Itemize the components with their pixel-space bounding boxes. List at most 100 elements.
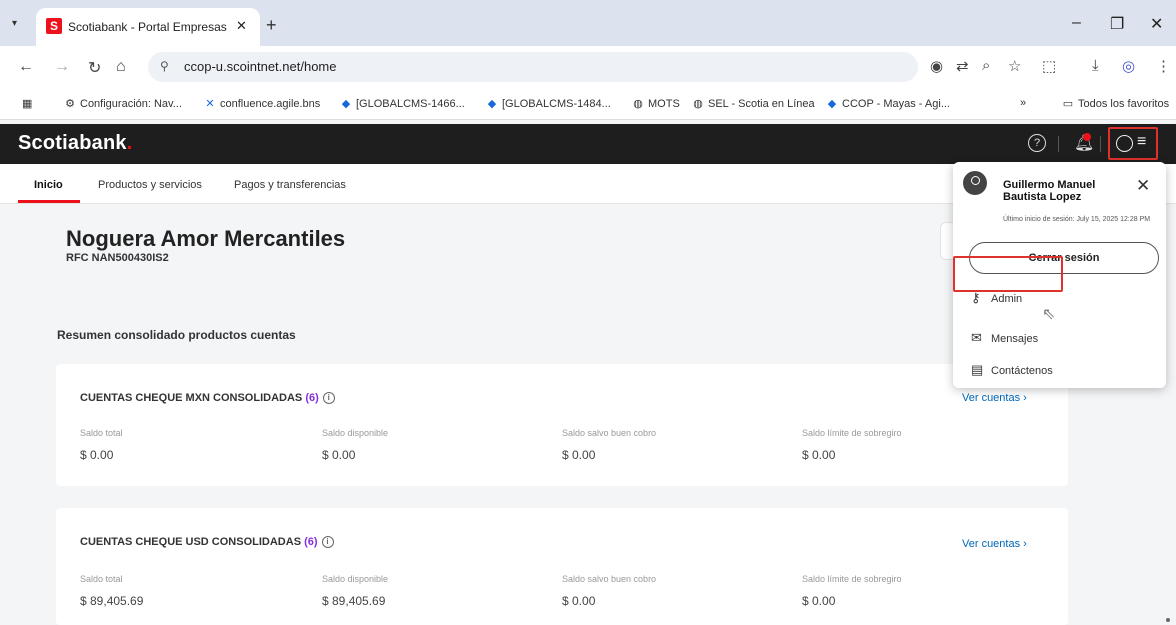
back-icon[interactable]: ←	[18, 58, 34, 76]
help-icon[interactable]: ?	[1028, 134, 1046, 152]
nav-tab-inicio[interactable]: Inicio	[34, 179, 63, 191]
bookmark-star-icon[interactable]: ☆	[1008, 57, 1021, 75]
new-tab-button[interactable]: +	[266, 15, 277, 36]
bookmark-label: [GLOBALCMS-1484...	[502, 98, 611, 110]
field-value: $ 89,405.69	[80, 594, 144, 608]
field-label: Saldo salvo buen cobro	[562, 428, 657, 438]
bookmarks-overflow-button[interactable]: »	[1020, 97, 1026, 109]
extensions-icon[interactable]: ⬚	[1042, 57, 1056, 75]
all-bookmarks-label: Todos los favoritos	[1078, 98, 1170, 110]
home-icon[interactable]: ⌂	[116, 58, 126, 76]
minimize-icon[interactable]: –	[1072, 14, 1081, 32]
company-name: Noguera Amor Mercantiles	[66, 226, 346, 251]
reload-icon[interactable]: ↻	[88, 58, 101, 78]
browser-tab-strip: ▾ S Scotiabank - Portal Empresas ✕ + – ❐…	[0, 0, 1176, 46]
menu-item-mensajes[interactable]: ✉ Mensajes	[971, 330, 1038, 346]
field-label: Saldo límite de sobregiro	[802, 574, 902, 584]
account-summary-card-usd: CUENTAS CHEQUE USD CONSOLIDADAS (6) i Ver…	[56, 508, 1068, 625]
browser-toolbar: ← → ↻ ⌂ ⚲ ccop-u.scointnet.net/home ◉ ⇄ …	[0, 46, 1176, 88]
address-bar[interactable]: ⚲ ccop-u.scointnet.net/home	[148, 52, 918, 82]
bookmarks-bar: ▦ ⚙ Configuración: Nav... ✕ confluence.agi…	[0, 88, 1176, 120]
zoom-icon[interactable]: ⌕	[982, 57, 990, 74]
field-label: Saldo total	[80, 574, 123, 584]
logo-dot: .	[126, 132, 133, 154]
window-close-icon[interactable]: ✕	[1150, 14, 1163, 34]
field-value: $ 0.00	[562, 448, 596, 462]
menu-item-contactenos[interactable]: ▤ Contáctenos	[971, 362, 1053, 378]
company-rfc: RFC NAN500430IS2	[66, 252, 169, 264]
globe-icon: ◍	[633, 98, 643, 110]
tab-close-icon[interactable]: ✕	[236, 18, 247, 34]
field-value: $ 0.00	[322, 448, 356, 462]
profile-menu-button[interactable]: ≡	[1108, 127, 1158, 160]
globe-icon: ◍	[693, 98, 703, 110]
bookmark-item[interactable]: ◆ [GLOBALCMS-1466...	[340, 97, 465, 110]
close-icon[interactable]: ✕	[1136, 176, 1150, 196]
summary-section-title: Resumen consolidado productos cuentas	[57, 328, 296, 342]
field-label: Saldo total	[80, 428, 123, 438]
field-value: $ 0.00	[802, 448, 836, 462]
view-accounts-link[interactable]: Ver cuentas ›	[962, 538, 1027, 550]
bookmark-label: [GLOBALCMS-1466...	[356, 98, 465, 110]
translate-icon[interactable]: ⇄	[956, 57, 969, 75]
browser-menu-icon[interactable]: ⋮	[1156, 57, 1171, 75]
info-icon[interactable]: i	[322, 392, 335, 405]
all-bookmarks-folder[interactable]: ▭ Todos los favoritos	[1062, 97, 1169, 110]
bookmark-item[interactable]: ◆ [GLOBALCMS-1484...	[486, 97, 611, 110]
bookmark-label: CCOP - Mayas - Agi...	[842, 98, 950, 110]
card-title-text: CUENTAS CHEQUE MXN CONSOLIDADAS	[80, 392, 303, 404]
user-avatar-icon	[1116, 135, 1133, 152]
scotiabank-logo[interactable]: Scotiabank.	[18, 132, 132, 155]
field-label: Saldo límite de sobregiro	[802, 428, 902, 438]
card-title-text: CUENTAS CHEQUE USD CONSOLIDADAS	[80, 536, 302, 548]
envelope-icon: ✉	[971, 330, 982, 345]
app-header: Scotiabank. ? 🔔︎ ≡	[0, 124, 1176, 164]
logo-text: Scotiabank	[18, 132, 127, 154]
location-icon[interactable]: ◉	[930, 57, 943, 75]
account-count: (6)	[304, 536, 318, 548]
user-name: Guillermo Manuel Bautista Lopez	[1003, 179, 1096, 203]
account-count: (6)	[305, 392, 319, 404]
bookmark-item[interactable]: ⚙ Configuración: Nav...	[64, 97, 182, 110]
last-login-text: Último inicio de sesión: July 15, 2025 1…	[1003, 216, 1151, 223]
view-accounts-link[interactable]: Ver cuentas ›	[962, 392, 1027, 404]
field-label: Saldo disponible	[322, 428, 389, 438]
bookmark-item[interactable]: ◍ MOTS	[632, 97, 680, 110]
bookmark-item[interactable]: ✕ confluence.agile.bns	[204, 97, 320, 110]
field-value: $ 0.00	[80, 448, 114, 462]
tab-list-chevron-icon[interactable]: ▾	[12, 18, 17, 29]
profile-icon[interactable]: ◎	[1122, 57, 1135, 75]
divider	[1058, 136, 1059, 152]
jira-icon: ◆	[487, 98, 497, 110]
browser-tab[interactable]: S Scotiabank - Portal Empresas ✕	[36, 8, 260, 46]
menu-item-label: Contáctenos	[991, 365, 1053, 377]
apps-icon[interactable]: ▦	[22, 97, 32, 110]
download-icon[interactable]: ⤓	[1092, 57, 1099, 74]
menu-item-label: Mensajes	[991, 333, 1039, 345]
url-text[interactable]: ccop-u.scointnet.net/home	[184, 59, 336, 74]
chat-icon: ▤	[971, 362, 984, 377]
restore-icon[interactable]: ❐	[1110, 14, 1124, 34]
jira-icon: ◆	[341, 98, 351, 110]
bookmark-item[interactable]: ◍ SEL - Scotia en Línea	[692, 97, 815, 110]
confluence-icon: ✕	[205, 98, 215, 110]
menu-item-admin[interactable]: ⚷ Admin	[971, 290, 1022, 306]
notification-badge	[1083, 133, 1091, 141]
field-value: $ 0.00	[562, 594, 596, 608]
jira-icon: ◆	[827, 98, 837, 110]
divider	[1100, 136, 1101, 152]
forward-icon[interactable]: →	[54, 58, 70, 76]
bookmark-label: SEL - Scotia en Línea	[708, 98, 815, 110]
hamburger-menu-icon: ≡	[1137, 133, 1147, 150]
key-icon: ⚷	[971, 290, 981, 305]
gear-icon: ⚙	[65, 98, 75, 110]
nav-tab-pagos[interactable]: Pagos y transferencias	[234, 179, 346, 191]
info-icon[interactable]: i	[321, 536, 334, 549]
tab-title: Scotiabank - Portal Empresas	[68, 20, 227, 34]
mouse-cursor-icon: ⇖	[1042, 306, 1056, 323]
card-title: CUENTAS CHEQUE MXN CONSOLIDADAS (6) i	[80, 392, 335, 405]
bookmark-item[interactable]: ◆ CCOP - Mayas - Agi...	[826, 97, 950, 110]
admin-highlight-box	[953, 256, 1063, 292]
nav-tab-productos[interactable]: Productos y servicios	[98, 179, 202, 191]
site-info-icon[interactable]: ⚲	[160, 59, 169, 73]
